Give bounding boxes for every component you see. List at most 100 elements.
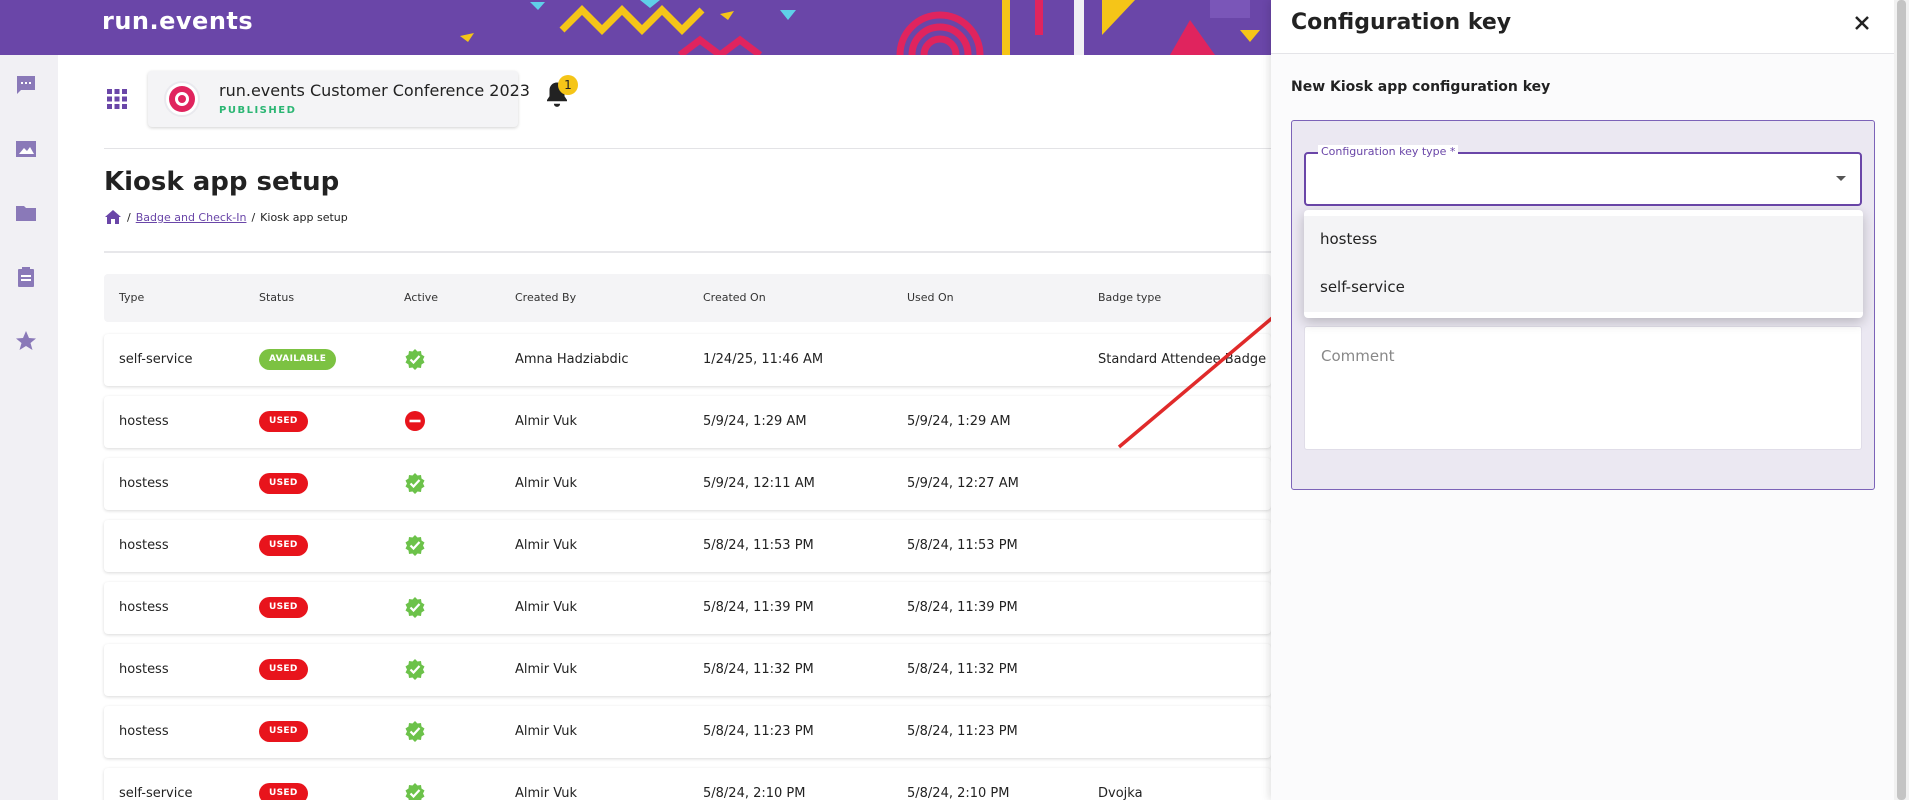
option-hostess[interactable]: hostess	[1304, 216, 1863, 264]
comment-field[interactable]: Comment	[1304, 326, 1862, 450]
inactive-minus-icon	[405, 411, 425, 431]
apps-grid-icon[interactable]	[106, 88, 128, 110]
breadcrumb: / Badge and Check-In / Kiosk app setup	[104, 209, 348, 225]
verified-check-icon	[405, 349, 425, 370]
brand-logo[interactable]: run.events	[102, 7, 253, 35]
comment-placeholder: Comment	[1321, 347, 1395, 365]
cell-created-by: Almir Vuk	[515, 662, 578, 677]
verified-check-icon	[405, 721, 425, 742]
verified-check-icon	[405, 535, 425, 556]
cell-created-by: Almir Vuk	[515, 724, 578, 739]
key-type-dropdown-menu: hostess self-service	[1304, 210, 1863, 318]
cell-created-on: 1/24/25, 11:46 AM	[703, 352, 824, 367]
column-header-created-by[interactable]: Created By	[515, 291, 576, 304]
cell-type: hostess	[119, 724, 169, 739]
table-row[interactable]: hostess USED Almir Vuk 5/9/24, 12:11 AM 5/9/…	[104, 458, 1271, 510]
column-header-created-on[interactable]: Created On	[703, 291, 766, 304]
option-self-service[interactable]: self-service	[1304, 264, 1863, 312]
cell-created-by: Almir Vuk	[515, 476, 578, 491]
status-badge: USED	[259, 783, 308, 800]
cell-used-on: 5/8/24, 11:53 PM	[907, 538, 1018, 553]
option-label: hostess	[1320, 230, 1378, 248]
column-header-type[interactable]: Type	[119, 291, 144, 304]
status-badge: USED	[259, 535, 308, 556]
option-label: self-service	[1320, 278, 1405, 296]
divider	[104, 148, 1271, 149]
status-badge: USED	[259, 473, 308, 494]
breadcrumb-parent-link[interactable]: Badge and Check-In	[136, 211, 247, 224]
cell-used-on: 5/8/24, 11:23 PM	[907, 724, 1018, 739]
cell-created-by: Almir Vuk	[515, 786, 578, 800]
drawer-header: Configuration key	[1271, 0, 1894, 54]
table-row[interactable]: hostess USED Almir Vuk 5/8/24, 11:53 PM 5/8/…	[104, 520, 1271, 572]
status-badge: AVAILABLE	[259, 349, 337, 370]
column-header-used-on[interactable]: Used On	[907, 291, 954, 304]
star-icon[interactable]	[14, 329, 38, 353]
cell-type: hostess	[119, 414, 169, 429]
cell-created-by: Almir Vuk	[515, 538, 578, 553]
page-scrollbar[interactable]	[1894, 0, 1909, 800]
event-title: run.events Customer Conference 2023	[219, 81, 530, 100]
cell-created-on: 5/8/24, 11:53 PM	[703, 538, 814, 553]
folder-icon[interactable]	[14, 201, 38, 225]
cell-created-on: 5/9/24, 12:11 AM	[703, 476, 815, 491]
table-header: Type Status Active Created By Created On…	[104, 274, 1271, 322]
cell-type: hostess	[119, 600, 169, 615]
key-type-select[interactable]: Configuration key type *	[1304, 145, 1862, 206]
table-row[interactable]: hostess USED Almir Vuk 5/8/24, 11:39 PM 5/8/…	[104, 582, 1271, 634]
cell-created-on: 5/8/24, 11:32 PM	[703, 662, 814, 677]
notification-count-badge: 1	[558, 75, 578, 95]
status-badge: USED	[259, 411, 308, 432]
cell-created-on: 5/8/24, 2:10 PM	[703, 786, 806, 800]
cell-created-on: 5/9/24, 1:29 AM	[703, 414, 807, 429]
home-icon[interactable]	[104, 209, 122, 225]
configuration-key-drawer: Configuration key New Kiosk app configur…	[1271, 0, 1894, 800]
event-status: PUBLISHED	[219, 105, 297, 116]
cell-used-on: 5/8/24, 11:32 PM	[907, 662, 1018, 677]
cell-created-by: Almir Vuk	[515, 414, 578, 429]
verified-check-icon	[405, 659, 425, 680]
cell-used-on: 5/8/24, 2:10 PM	[907, 786, 1010, 800]
breadcrumb-separator: /	[127, 210, 131, 224]
table-row[interactable]: hostess USED Almir Vuk 5/8/24, 11:32 PM 5/8/…	[104, 644, 1271, 696]
key-type-label: Configuration key type *	[1318, 145, 1459, 158]
cell-type: hostess	[119, 662, 169, 677]
cell-created-by: Almir Vuk	[515, 600, 578, 615]
cell-created-on: 5/8/24, 11:23 PM	[703, 724, 814, 739]
image-icon[interactable]	[14, 137, 38, 161]
status-badge: USED	[259, 597, 308, 618]
close-icon[interactable]	[1849, 10, 1875, 36]
cell-type: self-service	[119, 352, 193, 367]
chevron-down-icon[interactable]	[1836, 176, 1846, 181]
left-rail	[0, 55, 58, 800]
scrollbar-thumb[interactable]	[1897, 0, 1906, 800]
drawer-title: Configuration key	[1291, 10, 1512, 35]
table-row[interactable]: self-service USED Almir Vuk 5/8/24, 2:10 PM…	[104, 768, 1271, 800]
cell-badge-type: Dvojka	[1098, 786, 1143, 800]
clipboard-icon[interactable]	[14, 265, 38, 289]
page-title: Kiosk app setup	[104, 167, 340, 197]
cell-type: hostess	[119, 476, 169, 491]
breadcrumb-separator: /	[251, 210, 256, 224]
table-row[interactable]: hostess USED Almir Vuk 5/8/24, 11:23 PM 5/8/…	[104, 706, 1271, 758]
table-row[interactable]: hostess USED Almir Vuk 5/9/24, 1:29 AM 5/9/2…	[104, 396, 1271, 448]
event-selector[interactable]: run.events Customer Conference 2023 PUBL…	[148, 71, 530, 127]
column-header-status[interactable]: Status	[259, 291, 294, 304]
verified-check-icon	[405, 597, 425, 618]
cell-type: hostess	[119, 538, 169, 553]
status-badge: USED	[259, 659, 308, 680]
divider	[104, 251, 1271, 253]
verified-check-icon	[405, 473, 425, 494]
cell-created-on: 5/8/24, 11:39 PM	[703, 600, 814, 615]
event-target-icon	[169, 86, 195, 112]
form-subtitle: New Kiosk app configuration key	[1291, 79, 1551, 95]
verified-check-icon	[405, 783, 425, 800]
column-header-active[interactable]: Active	[404, 291, 438, 304]
chat-icon[interactable]	[14, 73, 38, 97]
table-row[interactable]: self-service AVAILABLE Amna Hadziabdic 1/24…	[104, 334, 1271, 386]
cell-created-by: Amna Hadziabdic	[515, 352, 629, 367]
event-logo	[164, 81, 200, 117]
breadcrumb-current: Kiosk app setup	[260, 210, 348, 224]
cell-type: self-service	[119, 786, 193, 800]
cell-used-on: 5/8/24, 11:39 PM	[907, 600, 1018, 615]
